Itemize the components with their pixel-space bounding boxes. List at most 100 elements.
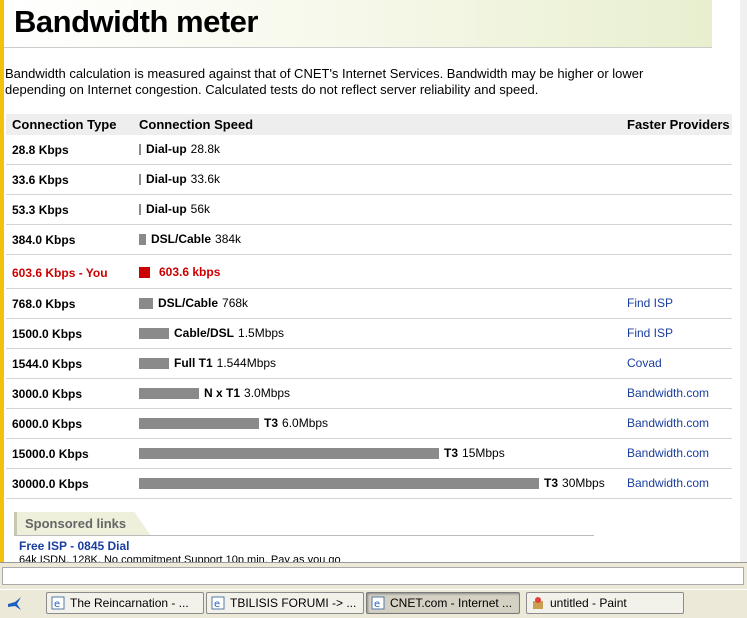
speed-value: 768k [222, 296, 249, 310]
speed-value: 30Mbps [562, 476, 605, 490]
provider-link[interactable]: Bandwidth.com [627, 476, 709, 490]
speed-bar [139, 203, 141, 215]
sponsored-heading: Sponsored links [25, 516, 127, 531]
speed-bar [139, 297, 153, 309]
table-row: 3000.0 Kbps N x T1 3.0Mbps Bandwidth.com [6, 379, 732, 409]
speed-value: 15Mbps [462, 446, 505, 460]
provider-link[interactable]: Find ISP [627, 326, 673, 340]
connection-type-cell: 53.3 Kbps [12, 203, 69, 217]
taskbar-button-label: CNET.com - Internet ... [390, 596, 513, 610]
speed-label: DSL/Cable [158, 296, 219, 310]
svg-text:e: e [214, 599, 220, 610]
ad-text: 64k ISDN, 128K, No commitment Support 10… [19, 554, 341, 562]
connection-speed-cell: T3 30Mbps [139, 476, 605, 490]
header-faster-providers: Faster Providers [627, 117, 730, 132]
taskbar-button[interactable]: e The Reincarnation - ... [46, 592, 204, 614]
provider-link[interactable]: Bandwidth.com [627, 416, 709, 430]
taskbar-button[interactable]: e CNET.com - Internet ... [366, 592, 520, 614]
connection-type-cell: 30000.0 Kbps [12, 477, 89, 491]
sponsored-links-section: Sponsored links [14, 512, 594, 536]
table-row: 33.6 Kbps Dial-up 33.6k [6, 165, 732, 195]
connection-speed-cell: T3 15Mbps [139, 446, 505, 460]
connection-speed-cell: Full T1 1.544Mbps [139, 356, 276, 370]
connection-type-cell: 28.8 Kbps [12, 143, 69, 157]
start-icon[interactable] [6, 595, 24, 613]
connection-type-cell: 768.0 Kbps [12, 297, 76, 311]
speed-label: Dial-up [146, 142, 187, 156]
speed-bar [139, 387, 199, 399]
sponsored-divider [14, 535, 594, 536]
speed-bar [139, 477, 539, 489]
table-row: 15000.0 Kbps T3 15Mbps Bandwidth.com [6, 439, 732, 469]
speed-label: T3 [444, 446, 459, 460]
connection-speed-cell: 603.6 kbps [139, 265, 220, 279]
speed-value: 28.8k [190, 142, 221, 156]
ie-icon: e [211, 596, 225, 610]
scrollbar-track[interactable] [2, 567, 744, 585]
speed-label: T3 [544, 476, 559, 490]
header-connection-speed: Connection Speed [139, 117, 254, 132]
horizontal-scrollbar[interactable] [0, 562, 747, 589]
bandwidth-table: Connection Type Connection Speed Faster … [6, 114, 732, 499]
connection-type-cell: 384.0 Kbps [12, 233, 76, 247]
taskbar-button[interactable]: e TBILISIS FORUMI -> ... [206, 592, 364, 614]
page-header: Bandwidth meter [4, 0, 712, 47]
header-divider [4, 47, 712, 48]
vertical-scrollbar[interactable] [740, 0, 747, 562]
connection-speed-cell: T3 6.0Mbps [139, 416, 328, 430]
speed-value: 1.544Mbps [216, 356, 277, 370]
provider-link[interactable]: Covad [627, 356, 662, 370]
table-row: 1500.0 Kbps Cable/DSL 1.5Mbps Find ISP [6, 319, 732, 349]
table-body: 28.8 Kbps Dial-up 28.8k 33.6 Kbps Dial-up 33.… [6, 135, 732, 499]
svg-text:e: e [54, 599, 60, 610]
connection-type-cell: 603.6 Kbps - You [12, 266, 108, 280]
speed-bar [139, 417, 259, 429]
ad-title-link[interactable]: Free ISP - 0845 Dial [19, 539, 130, 553]
provider-link[interactable]: Find ISP [627, 296, 673, 310]
speed-label: T3 [264, 416, 279, 430]
ie-icon: e [371, 596, 385, 610]
connection-type-cell: 1544.0 Kbps [12, 357, 83, 371]
header-connection-type: Connection Type [12, 117, 117, 132]
taskbar-button-label: The Reincarnation - ... [70, 596, 189, 610]
speed-bar [139, 357, 169, 369]
speed-bar [139, 173, 141, 185]
taskbar-button-label: untitled - Paint [550, 596, 627, 610]
speed-label: DSL/Cable [151, 232, 212, 246]
table-row: 768.0 Kbps DSL/Cable 768k Find ISP [6, 289, 732, 319]
svg-text:e: e [374, 599, 380, 610]
speed-bar [139, 447, 439, 459]
taskbar-button[interactable]: untitled - Paint [526, 592, 684, 614]
speed-bar [139, 143, 141, 155]
speed-label: Dial-up [146, 172, 187, 186]
description-text: Bandwidth calculation is measured agains… [5, 66, 644, 97]
table-row: 6000.0 Kbps T3 6.0Mbps Bandwidth.com [6, 409, 732, 439]
speed-label: Dial-up [146, 202, 187, 216]
connection-speed-cell: Dial-up 56k [139, 202, 210, 216]
connection-speed-cell: DSL/Cable 768k [139, 296, 248, 310]
sponsored-tab: Sponsored links [14, 512, 151, 536]
table-row: 30000.0 Kbps T3 30Mbps Bandwidth.com [6, 469, 732, 499]
table-row: 28.8 Kbps Dial-up 28.8k [6, 135, 732, 165]
provider-link[interactable]: Bandwidth.com [627, 446, 709, 460]
speed-label: N x T1 [204, 386, 241, 400]
connection-type-cell: 15000.0 Kbps [12, 447, 89, 461]
connection-type-cell: 1500.0 Kbps [12, 327, 83, 341]
connection-speed-cell: DSL/Cable 384k [139, 232, 241, 246]
speed-value: 56k [190, 202, 211, 216]
taskbar: e The Reincarnation - ... e TBILISIS FORUMI… [0, 589, 747, 618]
speed-value: 33.6k [190, 172, 221, 186]
connection-speed-cell: Dial-up 33.6k [139, 172, 220, 186]
speed-value: 384k [215, 232, 242, 246]
speed-label: Full T1 [174, 356, 213, 370]
accent-bar [0, 0, 4, 562]
speed-value: 6.0Mbps [282, 416, 329, 430]
provider-link[interactable]: Bandwidth.com [627, 386, 709, 400]
ie-icon: e [51, 596, 65, 610]
speed-label: Cable/DSL [174, 326, 235, 340]
table-header: Connection Type Connection Speed Faster … [6, 114, 732, 135]
connection-type-cell: 6000.0 Kbps [12, 417, 83, 431]
speed-bar [139, 266, 150, 278]
paint-icon [533, 597, 543, 609]
browser-content: Bandwidth meter Bandwidth calculation is… [0, 0, 740, 562]
